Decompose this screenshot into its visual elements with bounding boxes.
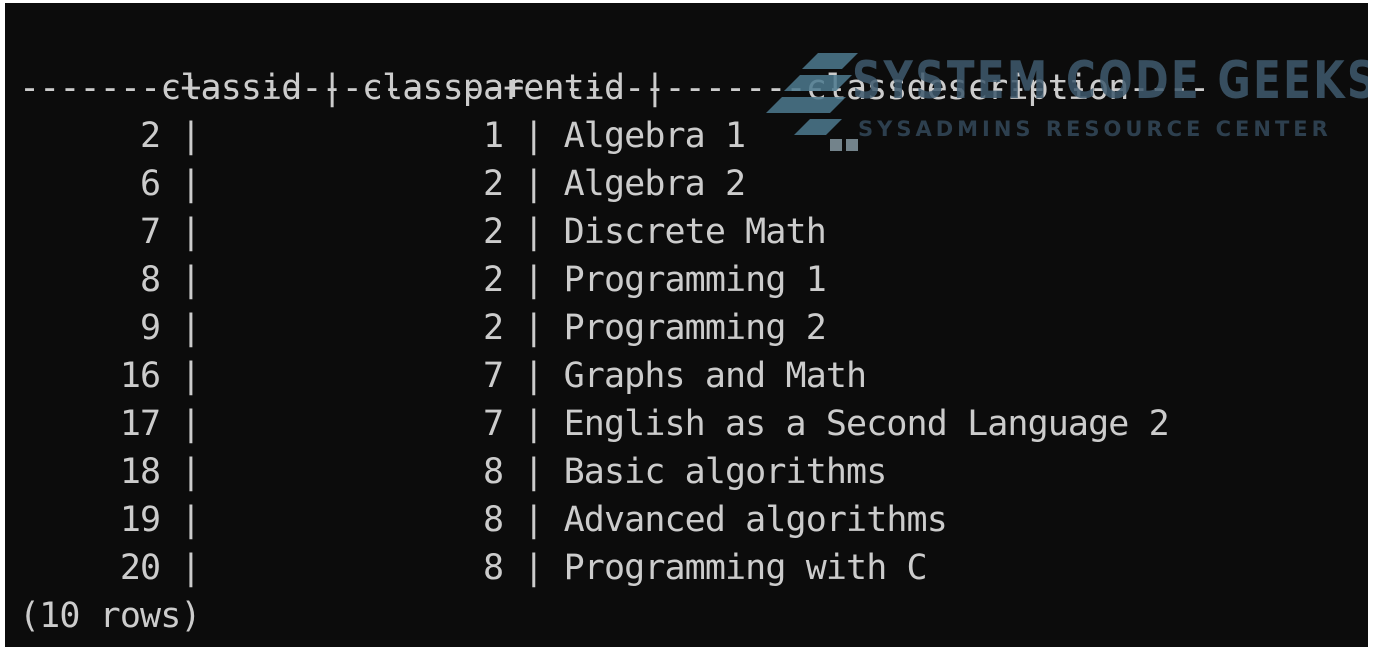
cell-classparentid: 8 xyxy=(220,452,504,492)
cell-classdescription: English as a Second Language 2 xyxy=(563,404,1170,444)
cell-classparentid: 2 xyxy=(220,212,504,252)
cell-classdescription: Algebra 1 xyxy=(563,116,746,156)
cell-classparentid: 8 xyxy=(220,500,504,540)
cell-classparentid: 2 xyxy=(220,164,504,204)
table-row: 9 | 2 | Programming 2 xyxy=(19,308,827,348)
cell-classid: 19 xyxy=(19,500,161,540)
watermark-subtitle: SYSADMINS RESOURCE CENTER xyxy=(858,117,1332,141)
cell-classid: 17 xyxy=(19,404,161,444)
table-header-row: classid | classparentid | classdescripti… xyxy=(140,68,1129,108)
cell-classid: 2 xyxy=(19,116,161,156)
cell-classparentid: 7 xyxy=(220,356,504,396)
table-row: 6 | 2 | Algebra 2 xyxy=(19,164,746,204)
cell-classparentid: 8 xyxy=(220,548,504,588)
table-row: 19 | 8 | Advanced algorithms xyxy=(19,500,948,540)
table-row: 7 | 2 | Discrete Math xyxy=(19,212,827,252)
table-row: 8 | 2 | Programming 1 xyxy=(19,260,827,300)
row-count-footer: (10 rows) xyxy=(19,596,201,636)
cell-classid: 20 xyxy=(19,548,161,588)
table-separator: --------+---------------+---------------… xyxy=(19,68,1210,108)
table-row: 17 | 7 | English as a Second Language 2 xyxy=(19,404,1170,444)
cell-classparentid: 2 xyxy=(220,308,504,348)
cell-classdescription: Graphs and Math xyxy=(563,356,867,396)
cell-classdescription: Programming 1 xyxy=(563,260,827,300)
cell-classid: 6 xyxy=(19,164,161,204)
table-row: 16 | 7 | Graphs and Math xyxy=(19,356,867,396)
cell-classparentid: 1 xyxy=(220,116,504,156)
table-row: 2 | 1 | Algebra 1 xyxy=(19,116,746,156)
terminal-window[interactable]: classid | classparentid | classdescripti… xyxy=(5,3,1368,647)
cell-classdescription: Algebra 2 xyxy=(563,164,746,204)
cell-classdescription: Advanced algorithms xyxy=(563,500,948,540)
cell-classdescription: Discrete Math xyxy=(563,212,827,252)
cell-classid: 18 xyxy=(19,452,161,492)
cell-classdescription: Programming with C xyxy=(563,548,928,588)
cell-classdescription: Basic algorithms xyxy=(563,452,888,492)
cell-classparentid: 2 xyxy=(220,260,504,300)
cell-classdescription: Programming 2 xyxy=(563,308,827,348)
cell-classparentid: 7 xyxy=(220,404,504,444)
cell-classid: 7 xyxy=(19,212,161,252)
table-row: 20 | 8 | Programming with C xyxy=(19,548,928,588)
cell-classid: 8 xyxy=(19,260,161,300)
table-row: 18 | 8 | Basic algorithms xyxy=(19,452,888,492)
screenshot: classid | classparentid | classdescripti… xyxy=(0,0,1373,652)
cell-classid: 16 xyxy=(19,356,161,396)
cell-classid: 9 xyxy=(19,308,161,348)
